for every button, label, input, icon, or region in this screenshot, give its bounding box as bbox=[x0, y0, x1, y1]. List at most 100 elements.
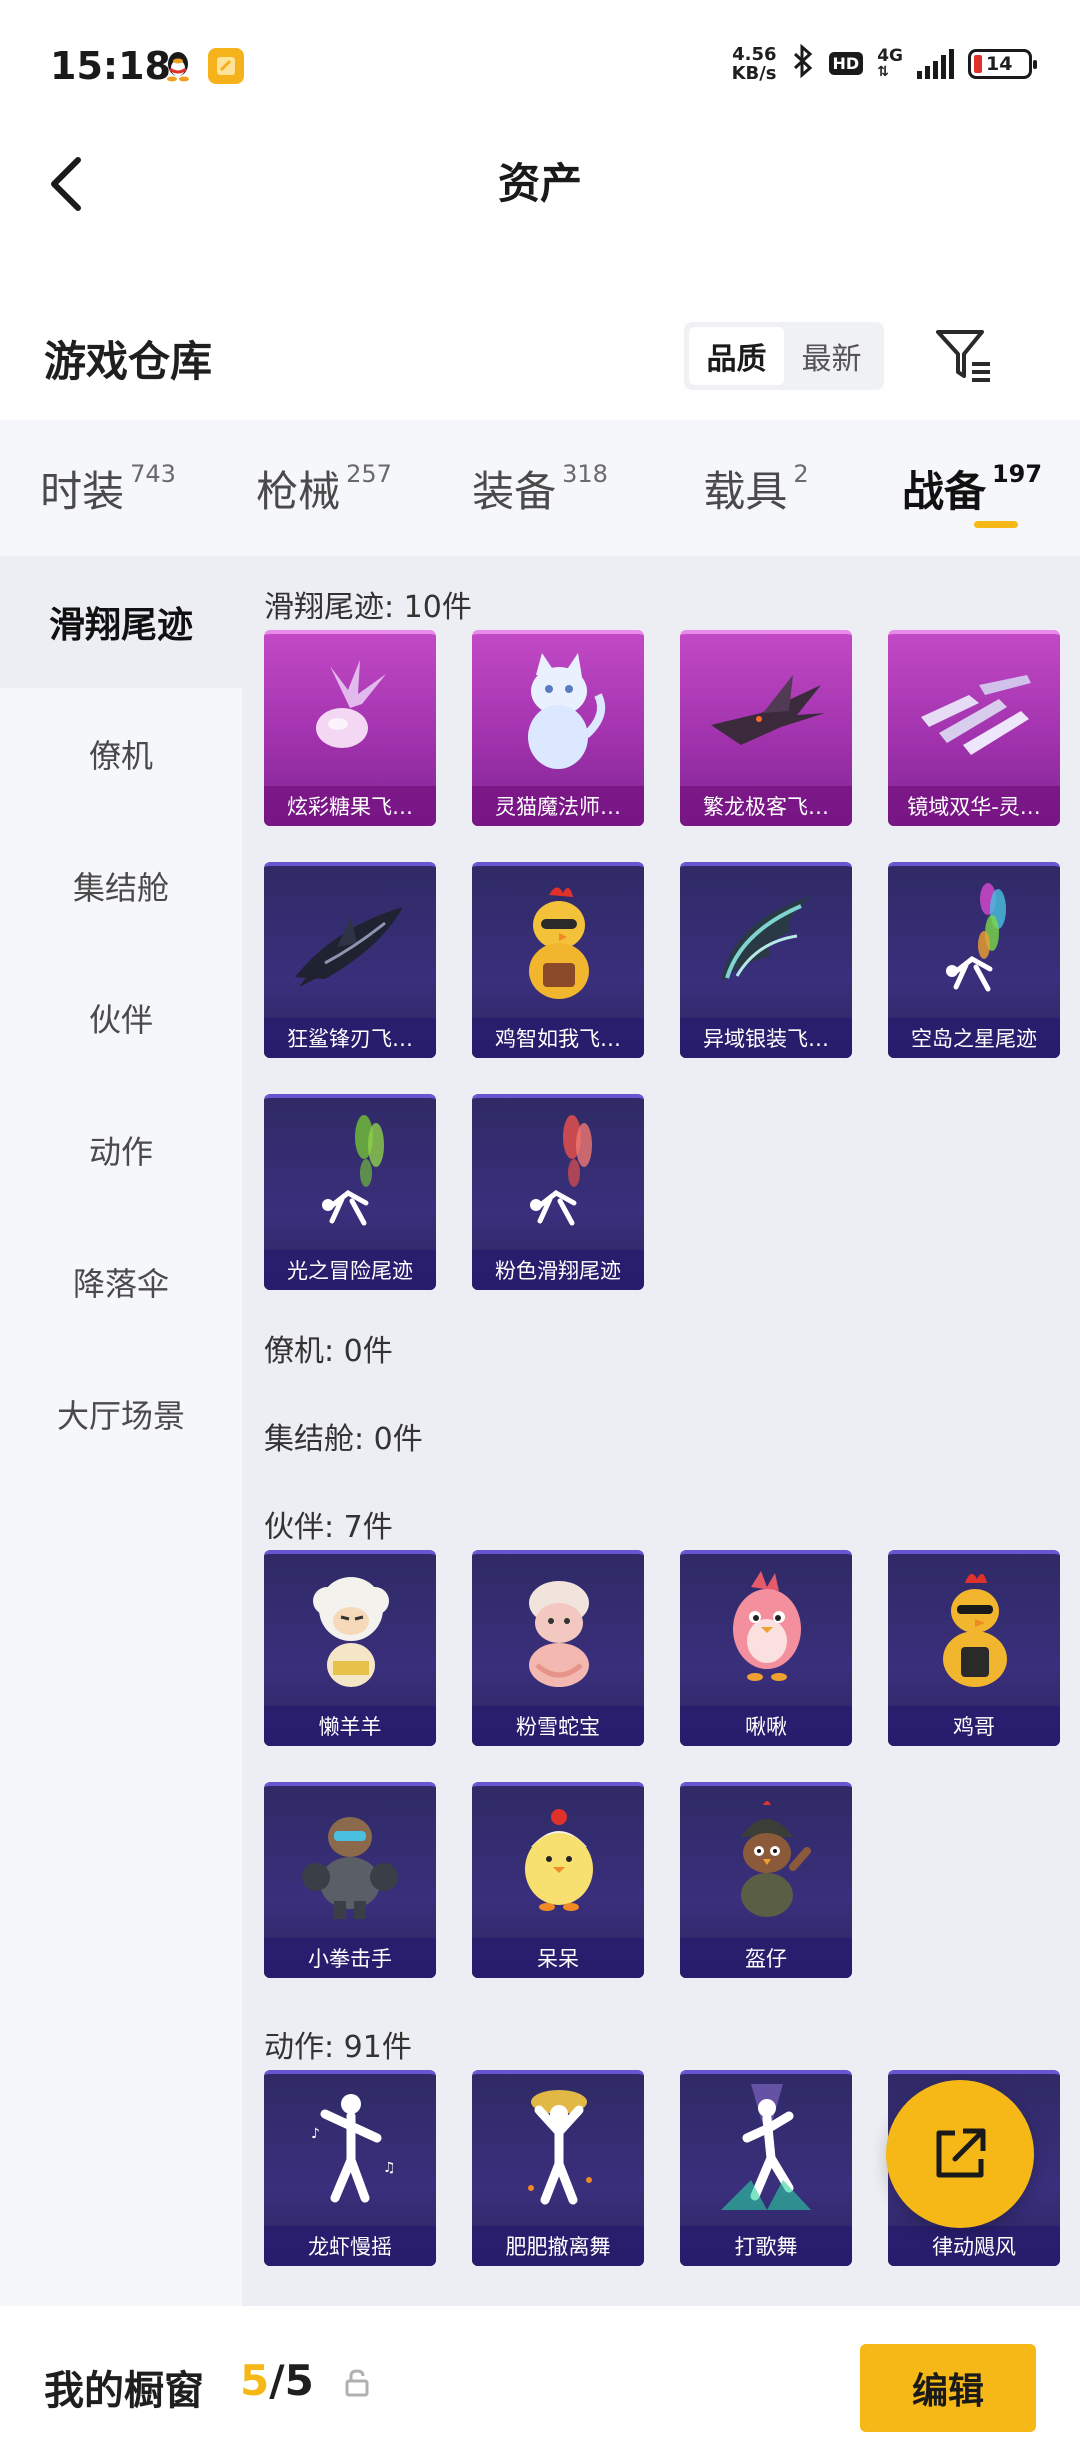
showcase-separator: / bbox=[269, 2356, 285, 2405]
tab-count: 257 bbox=[346, 460, 392, 488]
item-card[interactable]: 鸡哥 bbox=[888, 1550, 1060, 1746]
warehouse-header: 游戏仓库 品质 最新 bbox=[0, 300, 1080, 410]
dragon-icon bbox=[680, 634, 852, 786]
chicken-icon bbox=[472, 866, 644, 1018]
showcase-bar: 我的橱窗 5/5 编辑 bbox=[0, 2306, 1080, 2460]
item-name: 懒羊羊 bbox=[264, 1706, 436, 1746]
item-card[interactable]: 小拳击手 bbox=[264, 1782, 436, 1978]
item-card[interactable]: 空岛之星尾迹 bbox=[888, 862, 1060, 1058]
showcase-current: 5 bbox=[240, 2356, 270, 2405]
sort-newest-option[interactable]: 最新 bbox=[784, 327, 879, 385]
green-smoke-icon bbox=[264, 1098, 436, 1250]
item-name: 呆呆 bbox=[472, 1938, 644, 1978]
cellular: 4G ⇅ bbox=[877, 45, 903, 80]
item-name: 光之冒险尾迹 bbox=[264, 1250, 436, 1290]
network-type: 4G bbox=[877, 45, 903, 66]
tab-equipment[interactable]: 装备 318 bbox=[432, 420, 648, 556]
item-card[interactable]: 粉色滑翔尾迹 bbox=[472, 1094, 644, 1290]
item-card[interactable]: 打歌舞 bbox=[680, 2070, 852, 2266]
rainbow-smoke-icon bbox=[888, 866, 1060, 1018]
battery-icon: 14 bbox=[968, 48, 1037, 79]
item-name: 粉雪蛇宝 bbox=[472, 1706, 644, 1746]
tab-firearms[interactable]: 枪械 257 bbox=[216, 420, 432, 556]
status-time: 15:18 bbox=[50, 44, 171, 88]
sidebar-item-partner[interactable]: 伙伴 bbox=[0, 952, 242, 1084]
tab-vehicles[interactable]: 载具 2 bbox=[648, 420, 864, 556]
item-card[interactable]: 肥肥撤离舞 bbox=[472, 2070, 644, 2266]
sidebar-item-lobby-scene[interactable]: 大厅场景 bbox=[0, 1348, 242, 1480]
notes-app-icon bbox=[208, 48, 244, 84]
item-card[interactable]: 繁龙极客飞… bbox=[680, 630, 852, 826]
helmet-bird-icon bbox=[680, 1786, 852, 1938]
item-card[interactable]: 啾啾 bbox=[680, 1550, 852, 1746]
external-share-icon bbox=[936, 2128, 986, 2178]
bluetooth-icon bbox=[791, 43, 815, 83]
item-card[interactable]: 盔仔 bbox=[680, 1782, 852, 1978]
showcase-count: 5/5 bbox=[240, 2356, 314, 2405]
item-card[interactable]: 异域银装飞… bbox=[680, 862, 852, 1058]
sidebar-item-parachute[interactable]: 降落伞 bbox=[0, 1216, 242, 1348]
status-bar: 15:18 4.56 KB/s HD 4G ⇅ 14 bbox=[0, 0, 1080, 130]
page-title: 资产 bbox=[497, 159, 582, 208]
chick-icon bbox=[472, 1786, 644, 1938]
item-card[interactable]: 炫彩糖果飞… bbox=[264, 630, 436, 826]
item-name: 鸡智如我飞… bbox=[472, 1018, 644, 1058]
item-card[interactable]: 镜域双华-灵… bbox=[888, 630, 1060, 826]
bird-icon bbox=[680, 1554, 852, 1706]
tab-label: 枪械 bbox=[256, 467, 341, 516]
tab-label: 战备 bbox=[901, 467, 986, 516]
tab-label: 装备 bbox=[472, 467, 557, 516]
item-name: 灵猫魔法师… bbox=[472, 786, 644, 826]
subcategory-sidebar: 滑翔尾迹 僚机 集结舱 伙伴 动作 降落伞 大厅场景 bbox=[0, 556, 242, 2306]
item-card[interactable]: 灵猫魔法师… bbox=[472, 630, 644, 826]
tab-count: 743 bbox=[130, 460, 176, 488]
rooster-icon bbox=[888, 1554, 1060, 1706]
sidebar-item-wingman[interactable]: 僚机 bbox=[0, 688, 242, 820]
tab-combat-gear[interactable]: 战备 197 bbox=[864, 420, 1080, 556]
sort-quality-option[interactable]: 品质 bbox=[689, 327, 784, 385]
sidebar-item-glide-trail[interactable]: 滑翔尾迹 bbox=[0, 556, 242, 688]
shark-icon bbox=[264, 866, 436, 1018]
qq-penguin-icon bbox=[160, 48, 196, 84]
cat-icon bbox=[472, 634, 644, 786]
candy-icon bbox=[264, 634, 436, 786]
showcase-total: 5 bbox=[284, 2356, 314, 2405]
category-tabs: 时装 743 枪械 257 装备 318 载具 2 战备 197 bbox=[0, 420, 1080, 556]
item-card[interactable]: ♪ ♫ 龙虾慢摇 bbox=[264, 2070, 436, 2266]
item-card[interactable]: 懒羊羊 bbox=[264, 1550, 436, 1746]
edit-button[interactable]: 编辑 bbox=[860, 2344, 1036, 2432]
svg-text:♪: ♪ bbox=[311, 2126, 320, 2142]
item-name: 狂鲨锋刃飞… bbox=[264, 1018, 436, 1058]
item-card[interactable]: 呆呆 bbox=[472, 1782, 644, 1978]
group-title: 集结舱: 0件 bbox=[264, 1422, 423, 1457]
svg-text:♫: ♫ bbox=[383, 2160, 396, 2176]
item-name: 小拳击手 bbox=[264, 1938, 436, 1978]
item-name: 啾啾 bbox=[680, 1706, 852, 1746]
sidebar-item-emote[interactable]: 动作 bbox=[0, 1084, 242, 1216]
lock-icon bbox=[344, 2368, 370, 2402]
tab-fashion[interactable]: 时装 743 bbox=[0, 420, 216, 556]
signal-icon bbox=[917, 48, 954, 79]
nav-bar: 资产 bbox=[0, 130, 1080, 240]
group-title: 滑翔尾迹: 10件 bbox=[264, 590, 472, 625]
filter-button[interactable] bbox=[932, 322, 996, 386]
item-name: 炫彩糖果飞… bbox=[264, 786, 436, 826]
item-name: 打歌舞 bbox=[680, 2226, 852, 2266]
share-fab[interactable] bbox=[886, 2080, 1034, 2228]
warehouse-title: 游戏仓库 bbox=[44, 337, 213, 386]
sheep-icon bbox=[264, 1554, 436, 1706]
item-card[interactable]: 光之冒险尾迹 bbox=[264, 1094, 436, 1290]
snake-icon bbox=[472, 1554, 644, 1706]
item-name: 粉色滑翔尾迹 bbox=[472, 1250, 644, 1290]
group-title: 伙伴: 7件 bbox=[264, 1510, 393, 1545]
sidebar-item-rally-pod[interactable]: 集结舱 bbox=[0, 820, 242, 952]
item-card[interactable]: 粉雪蛇宝 bbox=[472, 1550, 644, 1746]
wing-icon bbox=[680, 866, 852, 1018]
boxer-icon bbox=[264, 1786, 436, 1938]
item-name: 鸡哥 bbox=[888, 1706, 1060, 1746]
item-card[interactable]: 狂鲨锋刃飞… bbox=[264, 862, 436, 1058]
item-card[interactable]: 鸡智如我飞… bbox=[472, 862, 644, 1058]
item-list[interactable]: 滑翔尾迹: 10件 炫彩糖果飞… 灵猫魔法师… 繁龙极客飞… 镜域双华-灵… 狂… bbox=[242, 556, 1080, 2306]
data-arrows-icon: ⇅ bbox=[877, 63, 889, 80]
item-name: 律动飓风 bbox=[888, 2226, 1060, 2266]
